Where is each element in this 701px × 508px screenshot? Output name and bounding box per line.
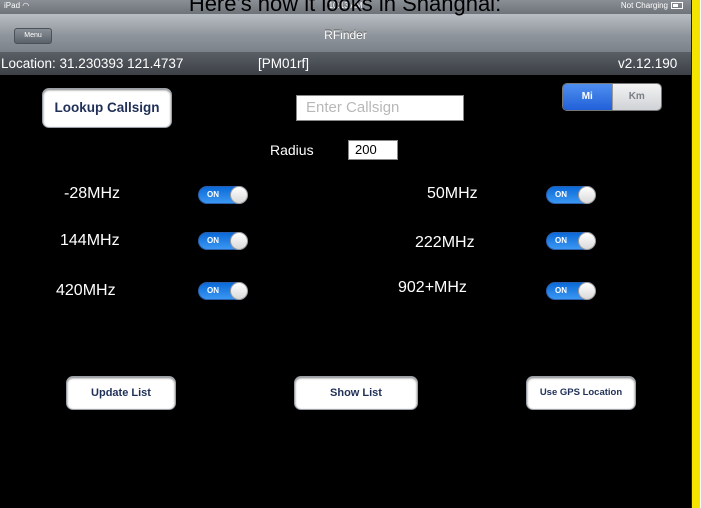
toggle-state: ON [207, 286, 219, 295]
callsign-input[interactable]: Enter Callsign [296, 95, 464, 121]
update-list-button[interactable]: Update List [66, 376, 176, 410]
toggle-state: ON [555, 236, 567, 245]
location-bar: Location: 31.230393 121.4737 [PM01rf] v2… [0, 52, 691, 75]
band-label-28mhz: -28MHz [64, 185, 121, 202]
toggle-state: ON [555, 190, 567, 199]
screenshot-caption: Here's how it looks in Shanghai: [188, 0, 502, 16]
radius-input[interactable]: 200 [348, 140, 398, 160]
toggle-knob [230, 186, 248, 204]
band-label-902mhz: 902+MHz [398, 279, 467, 296]
toggle-state: ON [555, 286, 567, 295]
band-label-420mhz: 420MHz [56, 282, 116, 299]
band-label-222mhz: 222MHz [415, 234, 475, 251]
band-label-50mhz: 50MHz [427, 185, 478, 202]
grid-square: [PM01rf] [258, 56, 310, 71]
toggle-144mhz[interactable]: ON [198, 232, 248, 250]
band-label-144mhz: 144MHz [60, 232, 120, 249]
units-km-segment[interactable]: Km [611, 84, 661, 110]
location-text: Location: 31.230393 121.4737 [1, 56, 184, 71]
toggle-knob [578, 282, 596, 300]
toggle-50mhz[interactable]: ON [546, 186, 596, 204]
toggle-knob [230, 282, 248, 300]
toggle-state: ON [207, 236, 219, 245]
accent-bar [691, 0, 700, 508]
radius-label: Radius [270, 142, 314, 158]
lookup-callsign-button[interactable]: Lookup Callsign [42, 88, 172, 128]
app-title: RFinder [324, 28, 367, 42]
units-mi-segment[interactable]: Mi [563, 84, 612, 110]
show-list-button[interactable]: Show List [294, 376, 418, 410]
toggle-knob [230, 232, 248, 250]
toggle-knob [578, 232, 596, 250]
toggle-state: ON [207, 190, 219, 199]
version-text: v2.12.190 [618, 56, 678, 71]
toggle-28mhz[interactable]: ON [198, 186, 248, 204]
toggle-902mhz[interactable]: ON [546, 282, 596, 300]
navigation-bar: Menu RFinder [0, 14, 691, 53]
units-segmented-control: Mi Km [562, 83, 662, 111]
toggle-222mhz[interactable]: ON [546, 232, 596, 250]
app-frame: iPad ◠ 10:13 AM Not Charging Menu RFinde… [0, 0, 691, 508]
use-gps-location-button[interactable]: Use GPS Location [526, 376, 636, 410]
toggle-knob [578, 186, 596, 204]
toggle-420mhz[interactable]: ON [198, 282, 248, 300]
